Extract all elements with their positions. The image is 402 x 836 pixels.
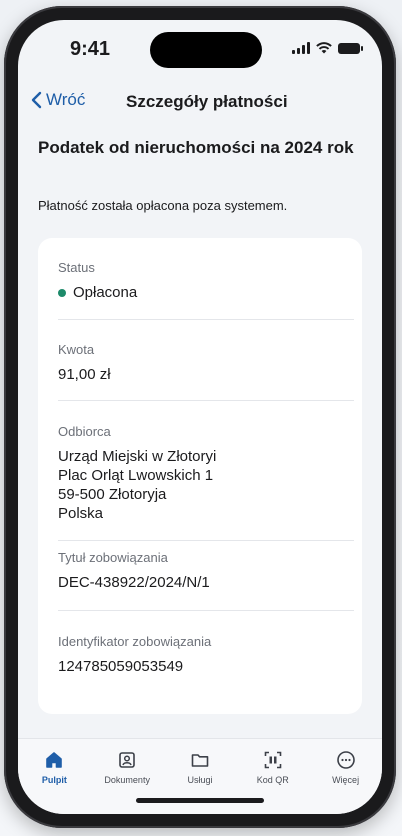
divider [58,540,354,541]
obligation-title-field: Tytuł zobowiązania DEC-438922/2024/N/1 [58,550,354,592]
divider [58,400,354,401]
home-indicator [136,798,264,803]
documents-icon [116,749,138,771]
amount-field: Kwota 91,00 zł [58,342,354,384]
chevron-left-icon [31,91,42,109]
obligation-title-value: DEC-438922/2024/N/1 [58,574,210,591]
status-bar: 9:41 [18,20,382,76]
recipient-line: Urząd Miejski w Złotoryi [58,448,217,465]
payment-details-card: Status Opłacona Kwota 91,00 zł Odbiorca … [38,238,362,714]
folder-icon [189,749,211,771]
status-time: 9:41 [70,38,111,60]
status-dot-icon [58,288,66,297]
divider [58,319,354,320]
amount-value: 91,00 zł [58,366,111,383]
payment-heading: Podatek od nieruchomości na 2024 rok [38,138,354,157]
phone-frame: 9:41 Wróć Szczegóły płatności Podatek od… [4,6,396,828]
obligation-identifier-value: 124785059053549 [58,658,184,675]
page-title: Szczegóły płatności [126,92,288,111]
more-icon [335,749,357,771]
recipient-line: 59-500 Złotoryja [58,486,167,503]
battery-icon [338,42,363,54]
stage: 9:41 Wróć Szczegóły płatności Podatek od… [0,0,402,836]
wifi-icon [316,42,332,54]
back-label: Wróć [46,90,86,109]
tab-label: Więcej [332,775,360,785]
signal-icon [292,42,310,54]
recipient-field: Odbiorca Urząd Miejski w Złotoryi Plac O… [58,424,354,523]
tab-label: Pulpit [41,775,67,785]
tab-wiecej[interactable]: Więcej [314,749,378,814]
recipient-label: Odbiorca [58,424,111,439]
status-label: Status [58,260,95,275]
tab-label: Dokumenty [104,775,150,785]
navigation-bar: Wróć Szczegóły płatności [18,82,382,126]
obligation-identifier-label: Identyfikator zobowiązania [58,634,212,649]
dynamic-island [150,32,262,68]
tab-kod-qr[interactable]: Kod QR [241,749,305,814]
recipient-line: Plac Orląt Lwowskich 1 [58,467,214,484]
screen: 9:41 Wróć Szczegóły płatności Podatek od… [18,20,382,814]
obligation-identifier-field: Identyfikator zobowiązania 1247850590535… [58,634,354,676]
status-value-row: Opłacona [58,283,354,302]
payment-info-text: Płatność została opłacona poza systemem. [38,198,288,213]
status-icons [292,42,363,54]
obligation-title-label: Tytuł zobowiązania [58,550,168,565]
tab-uslugi[interactable]: Usługi [168,749,232,814]
status-field: Status Opłacona [58,260,354,302]
divider [58,610,354,611]
status-value: Opłacona [73,284,138,301]
tab-dokumenty[interactable]: Dokumenty [95,749,159,814]
tab-label: Kod QR [256,775,289,785]
recipient-line: Polska [58,505,104,522]
amount-label: Kwota [58,342,95,357]
tab-label: Usługi [187,775,213,785]
tab-pulpit[interactable]: Pulpit [22,749,86,814]
qr-code-icon [262,749,284,771]
home-icon [43,749,65,771]
back-button[interactable]: Wróć [30,90,85,110]
